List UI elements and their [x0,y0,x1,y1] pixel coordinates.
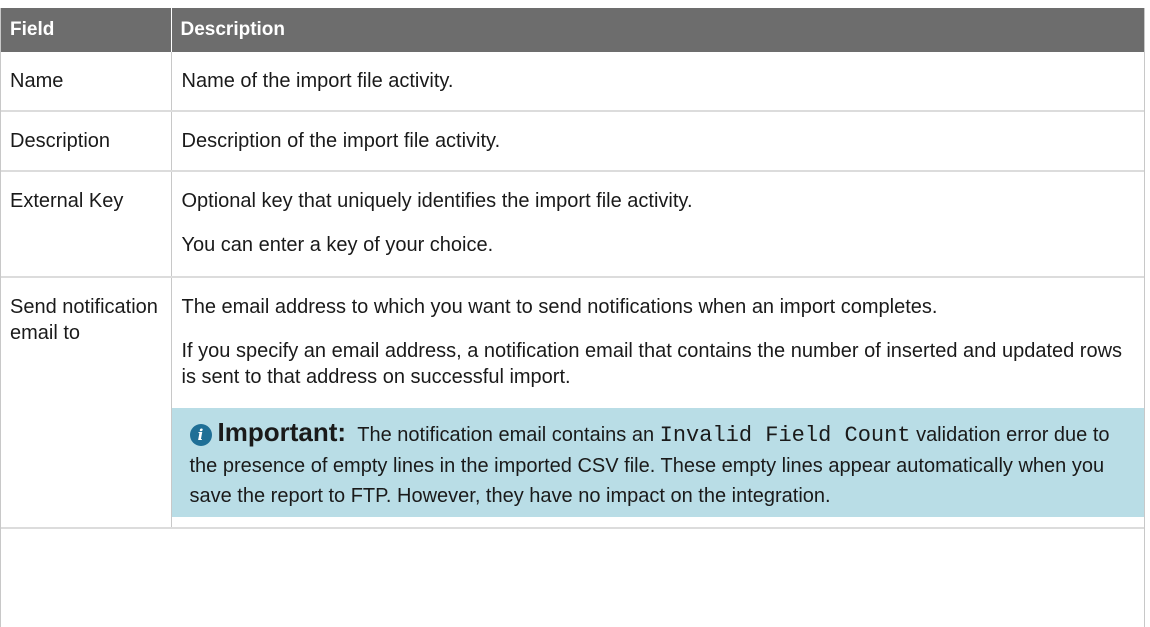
description-paragraph: Name of the import file activity. [181,70,454,92]
description-paragraph: The email address to which you want to s… [181,296,938,318]
description-cell: Optional key that uniquely identifies th… [171,171,1144,278]
table-row: Name Name of the import file activity. [1,52,1144,112]
field-name-cell: Send notification email to [1,277,172,529]
field-name-cell: External Key [1,171,172,278]
description-cell: The email address to which you want to s… [171,277,1144,529]
field-name-cell: Description [1,111,172,172]
description-paragraph: If you specify an email address, a notif… [181,340,1123,388]
description-paragraph: Description of the import file activity. [181,130,501,152]
note-code: Invalid Field Count [659,423,911,448]
info-icon: i [189,424,212,446]
field-name-cell: Name [1,52,172,112]
description-cell: Name of the import file activity. [171,52,1144,112]
column-header-field: Field [1,8,171,52]
description-cell: Description of the import file activity. [171,111,1144,172]
field-description-table: Field Description Name Name of the impor… [1,8,1144,529]
table-header-row: Field Description [1,8,1144,52]
column-header-description: Description [170,8,1144,52]
note-text-before: The notification email contains an [357,424,655,446]
description-paragraph: Optional key that uniquely identifies th… [181,190,693,212]
description-paragraph: You can enter a key of your choice. [181,234,494,256]
table-row: Description Description of the import fi… [1,111,1144,172]
field-description-table-container: Field Description Name Name of the impor… [0,8,1145,627]
table-row: External Key Optional key that uniquely … [1,171,1144,278]
table-row: Send notification email to The email add… [1,277,1144,529]
important-note: i Important: The notification email conta… [171,408,1144,517]
note-label: Important: [217,417,347,447]
